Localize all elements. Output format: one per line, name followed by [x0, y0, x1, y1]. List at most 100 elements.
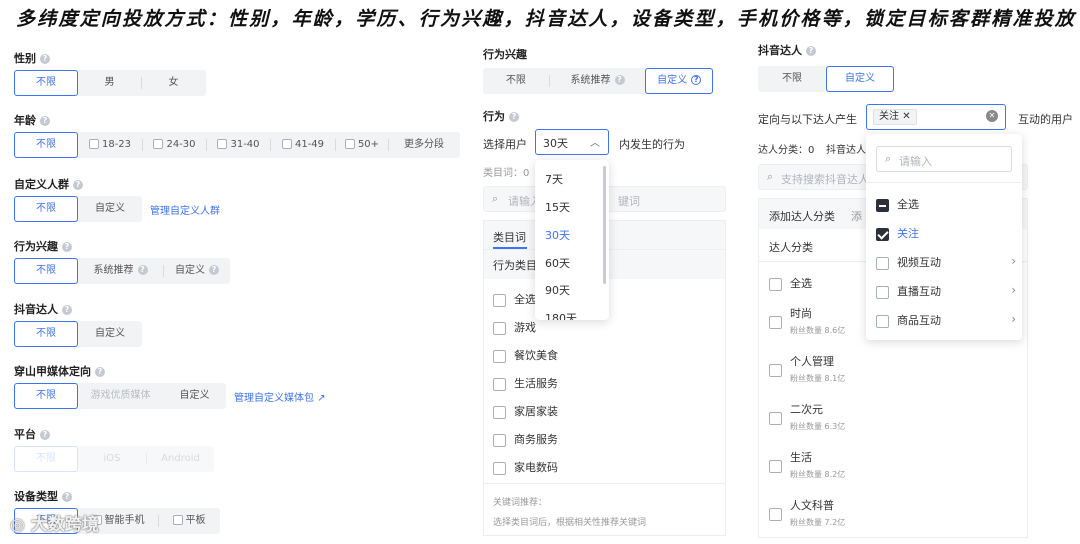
help-icon[interactable]: ? [614, 75, 625, 85]
douyin-option-custom[interactable]: 自定义 [78, 321, 142, 347]
douyin-detail-panel: 抖音达人? 不限 自定义 定向与以下达人产生 关注 ✕ ✕ 互动的用户 达人分类… [752, 36, 1080, 544]
help-icon[interactable]: ? [73, 180, 83, 190]
close-icon[interactable]: ✕ [902, 111, 910, 122]
platform-option-android[interactable]: Android [147, 446, 214, 472]
interest-option-any[interactable]: 不限 [14, 258, 78, 284]
age-option-31-40[interactable]: 31-40 [207, 132, 270, 158]
pangle-option-game-media[interactable]: 游戏优质媒体 [78, 383, 163, 409]
search-placeholder-tail: 键词 [618, 195, 640, 208]
douyin-mode-any[interactable]: 不限 [758, 66, 826, 92]
interaction-option-all[interactable]: 全选 [876, 196, 1016, 212]
platform-option-ios[interactable]: iOS [78, 446, 146, 472]
interest-mode-custom[interactable]: 自定义? [645, 68, 714, 94]
age-option-41-49[interactable]: 41-49 [271, 132, 335, 158]
manage-media-pack-link[interactable]: 管理自定义媒体包 ↗ [234, 389, 326, 404]
creator-count-tail: 抖音达人 [826, 145, 866, 156]
pangle-option-custom[interactable]: 自定义 [163, 383, 226, 409]
checkbox-icon [281, 139, 292, 149]
douyin-mode-custom[interactable]: 自定义 [826, 66, 894, 92]
days-option[interactable]: 60天 [545, 255, 570, 271]
checkbox-icon [769, 277, 782, 291]
age-more-segments[interactable]: 更多分段 [389, 132, 459, 158]
interaction-option-product[interactable]: 商品互动 › [876, 312, 1016, 328]
category-count: 类目词：0 [483, 168, 530, 179]
device-option-tablet[interactable]: 平板 [159, 508, 219, 534]
help-icon[interactable]: ? [691, 75, 702, 85]
interest-mode-recommend[interactable]: 系统推荐? [550, 68, 646, 94]
custom-audience-option-custom[interactable]: 自定义 [78, 196, 142, 222]
pangle-option-any[interactable]: 不限 [14, 383, 78, 409]
interaction-option-video[interactable]: 视频互动 › [876, 254, 1016, 270]
creator-category-item[interactable]: 人文科普 粉丝数量 7.2亿 [769, 497, 845, 528]
creator-category-item[interactable]: 生活 粉丝数量 8.2亿 [769, 449, 845, 480]
help-icon[interactable]: ? [95, 367, 105, 377]
checkbox-icon [493, 293, 506, 307]
behavior-days-select[interactable]: 30天 ︿ [535, 129, 609, 155]
interaction-option-follow[interactable]: 关注 [876, 225, 1016, 241]
interest-option-recommend[interactable]: 系统推荐? [78, 258, 163, 284]
interaction-tag[interactable]: 关注 ✕ [873, 109, 917, 125]
interaction-option-live[interactable]: 直播互动 › [876, 283, 1016, 299]
gender-label: 性别? [14, 50, 50, 66]
platform-option-any[interactable]: 不限 [14, 446, 78, 472]
checkbox-icon [769, 412, 782, 425]
category-item[interactable]: 家居家装 [493, 403, 558, 419]
help-icon[interactable]: ? [62, 492, 72, 502]
interaction-type-select[interactable]: 关注 ✕ ✕ [866, 104, 1006, 130]
help-icon[interactable]: ? [40, 430, 50, 440]
help-icon[interactable]: ? [209, 265, 219, 275]
days-option[interactable]: 15天 [545, 199, 570, 215]
gender-option-male[interactable]: 男 [78, 70, 141, 96]
category-header: 行为类目 [493, 259, 537, 272]
douyin-option-any[interactable]: 不限 [14, 321, 78, 347]
help-icon[interactable]: ? [806, 46, 816, 56]
tab-category[interactable]: 类目词 [493, 229, 526, 245]
help-icon[interactable]: ? [40, 54, 50, 64]
creator-select-all[interactable]: 全选 [769, 275, 812, 291]
watermark-logo-icon: ◎ [10, 515, 31, 535]
tab-add-second[interactable]: 添 [851, 208, 862, 224]
tab-add-category[interactable]: 添加达人分类 [769, 208, 835, 224]
help-icon[interactable]: ? [62, 242, 72, 252]
help-icon[interactable]: ? [62, 305, 72, 315]
age-option-any[interactable]: 不限 [14, 132, 78, 158]
checkbox-checked-icon [876, 227, 889, 241]
category-item[interactable]: 全选 [493, 291, 536, 307]
gender-option-female[interactable]: 女 [142, 70, 205, 96]
custom-audience-label: 自定义人群? [14, 176, 83, 192]
days-option[interactable]: 90天 [545, 282, 570, 298]
age-option-24-30[interactable]: 24-30 [143, 132, 206, 158]
gender-option-any[interactable]: 不限 [14, 70, 78, 96]
category-item[interactable]: 生活服务 [493, 375, 558, 391]
creator-category-item[interactable]: 个人管理 粉丝数量 8.1亿 [769, 353, 845, 384]
douyin-title: 抖音达人? [758, 42, 816, 58]
custom-audience-option-any[interactable]: 不限 [14, 196, 78, 222]
age-option-18-23[interactable]: 18-23 [78, 132, 142, 158]
days-option-selected[interactable]: 30天 [545, 227, 570, 243]
help-icon[interactable]: ? [509, 112, 519, 122]
interest-mode-any[interactable]: 不限 [483, 68, 549, 94]
manage-custom-audience-link[interactable]: 管理自定义人群 [150, 202, 220, 217]
category-item[interactable]: 家电数码 [493, 459, 558, 475]
days-option[interactable]: 7天 [545, 171, 563, 187]
platform-label: 平台? [14, 426, 50, 442]
creator-category-item[interactable]: 二次元 粉丝数量 6.3亿 [769, 401, 845, 432]
category-item[interactable]: 游戏 [493, 319, 536, 335]
help-icon[interactable]: ? [137, 265, 148, 275]
days-option[interactable]: 180天 [545, 310, 577, 320]
behavior-label: 行为? [483, 108, 519, 124]
checkbox-partial-icon [876, 198, 889, 212]
help-icon[interactable]: ? [40, 116, 50, 126]
interest-option-custom[interactable]: 自定义? [164, 258, 230, 284]
category-item[interactable]: 餐饮美食 [493, 347, 558, 363]
dropdown-scrollbar[interactable] [603, 166, 606, 284]
category-item[interactable]: 商务服务 [493, 431, 558, 447]
creator-category-item[interactable]: 时尚 粉丝数量 8.6亿 [769, 305, 845, 336]
watermark: ◎ 大数跨境 [10, 515, 99, 535]
age-option-50plus[interactable]: 50+ [336, 132, 388, 158]
gender-segment: 不限 男 女 [14, 70, 206, 96]
age-label: 年龄? [14, 112, 50, 128]
clear-icon[interactable]: ✕ [986, 110, 998, 122]
dropdown-search-input[interactable]: ⌕ 请输入 [876, 146, 1012, 172]
creator-category-count: 达人分类：0 [758, 145, 815, 156]
